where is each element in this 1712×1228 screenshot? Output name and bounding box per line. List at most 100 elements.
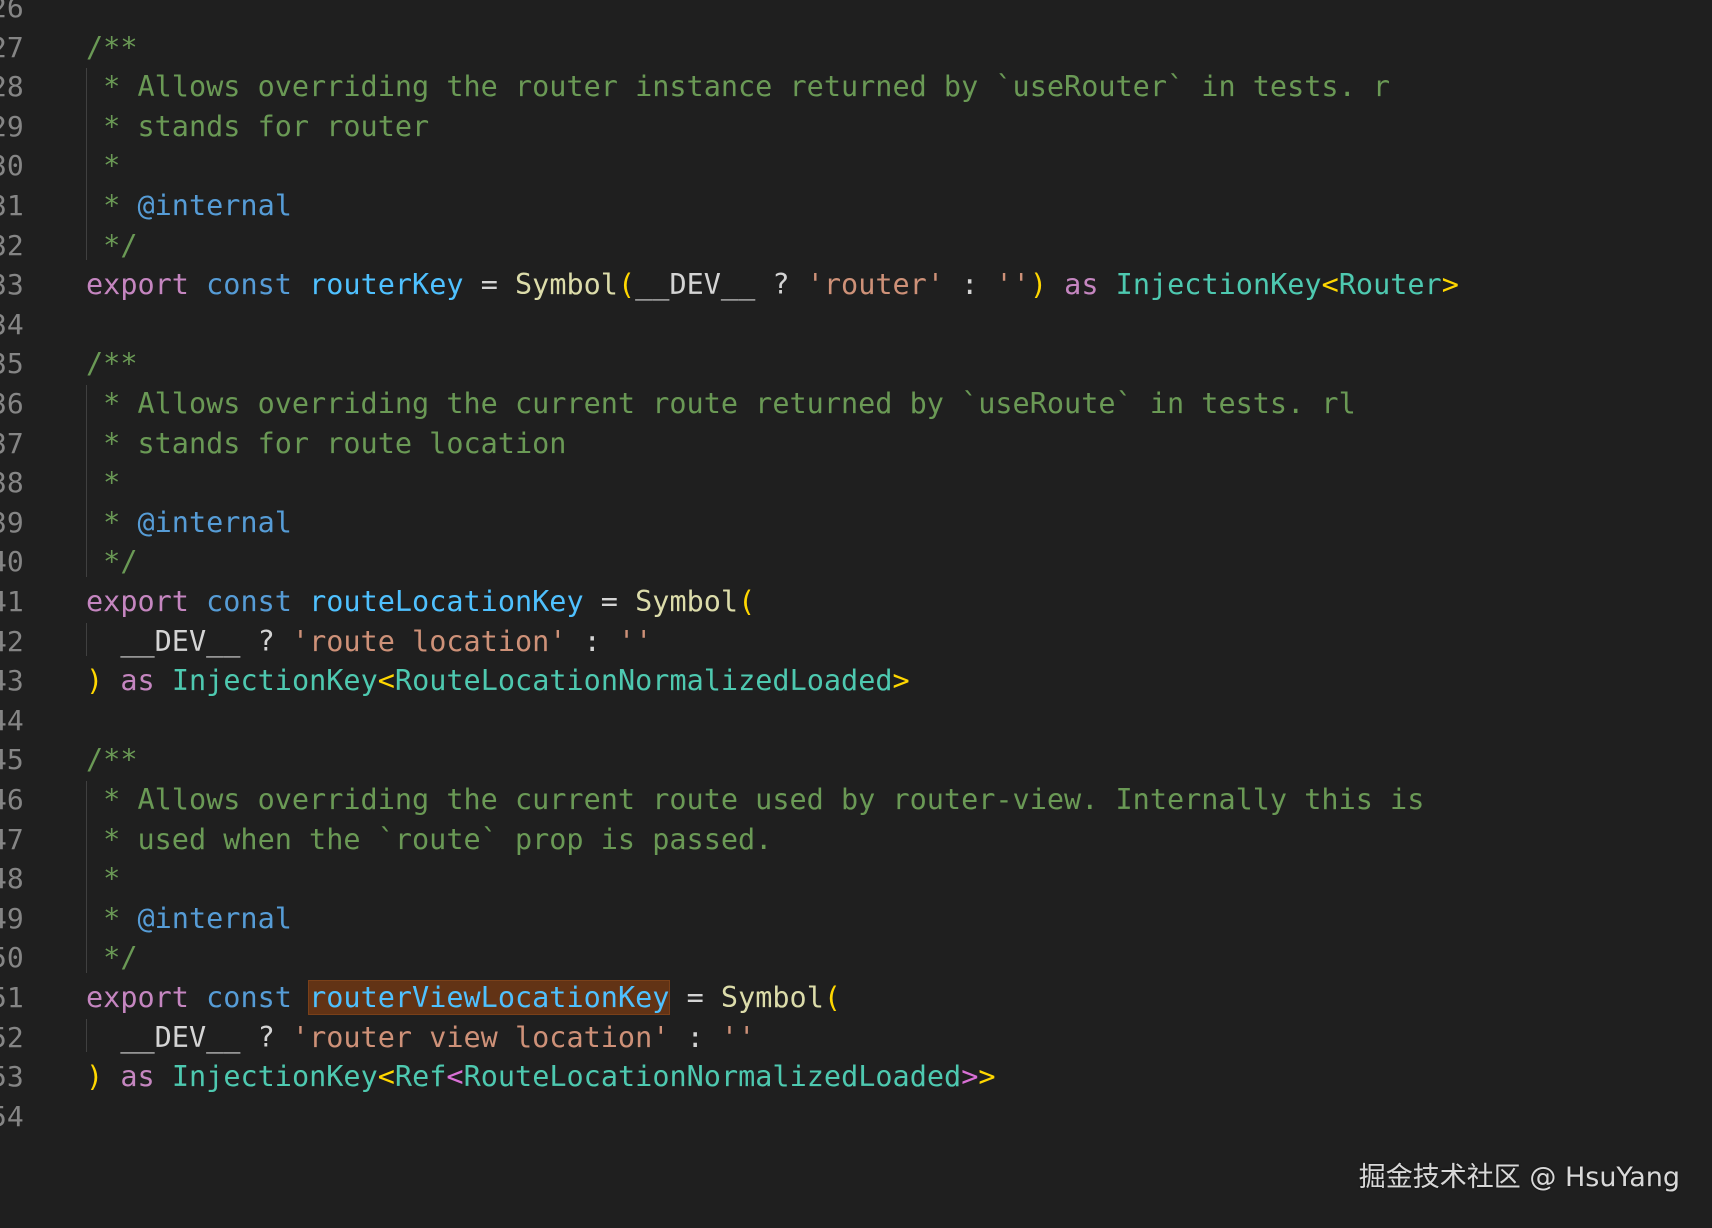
line-content: * [86,461,120,504]
line-content: /** [86,738,137,781]
code-token: const [206,268,292,302]
line-content: */ [86,224,137,267]
code-token: > [1441,268,1459,302]
line-content: * @internal [86,184,292,227]
code-line[interactable]: 49 * @internal [0,897,1712,940]
code-token: 'route location' [291,624,567,658]
code-token: as [120,1060,155,1094]
code-line[interactable]: 33 export const routerKey = Symbol(__DEV_… [0,263,1712,306]
code-token: 'router view location' [291,1020,670,1054]
code-line[interactable]: 43) as InjectionKey<RouteLocationNormali… [0,659,1712,702]
indent-guide [86,385,87,577]
code-token: */ [86,228,138,262]
code-line[interactable]: 34 [0,303,1712,346]
code-token: = [669,981,721,1014]
code-token: * stands for router [86,109,430,143]
code-line[interactable]: 50 */ [0,936,1712,979]
line-content: * Allows overriding the current route re… [86,382,1356,425]
code-token: InjectionKey [1115,268,1322,302]
line-number: 29 [0,109,24,143]
code-line[interactable]: 39 * @internal [0,501,1712,544]
line-number: 28 [0,70,24,104]
code-token: InjectionKey [171,1060,378,1094]
code-token: ) [86,1060,104,1094]
line-number: 48 [0,862,24,896]
code-token: > [961,1060,979,1094]
indent-guide [86,622,87,657]
code-line[interactable]: 48 * [0,857,1712,900]
code-line[interactable]: 31 * @internal [0,184,1712,227]
line-number: 50 [0,941,24,975]
code-token: : [944,268,996,302]
code-editor[interactable]: 2627/**28 * Allows overriding the router… [0,0,1712,1228]
line-content: /** [86,342,137,385]
code-token: /** [86,347,138,381]
line-number: 45 [0,743,24,777]
line-number: 53 [0,1060,24,1094]
code-token: * Allows overriding the current route us… [86,783,1425,816]
code-line[interactable]: 38 * [0,461,1712,504]
line-number: 30 [0,149,24,183]
code-line[interactable]: 36 * Allows overriding the current route… [0,382,1712,425]
code-token: < [1321,268,1339,302]
code-token: ( [617,268,636,302]
code-token: < [377,664,395,698]
line-content: __DEV__ ? 'route location' : '' [86,620,652,663]
code-token: as [120,664,155,698]
code-token: */ [86,941,138,975]
code-line[interactable]: 40 */ [0,540,1712,583]
line-content: * @internal [86,501,292,544]
code-token: ( [738,585,756,618]
code-area[interactable]: 2627/**28 * Allows overriding the router… [0,0,1712,1228]
code-line[interactable]: 35 /** [0,342,1712,385]
code-token: '' [995,268,1030,302]
line-content: __DEV__ ? 'router view location' : '' [86,1016,755,1059]
code-token: * stands for route location [86,426,567,460]
code-line[interactable]: 46 * Allows overriding the current route… [0,778,1712,821]
code-token: ) [1029,268,1047,302]
watermark: 掘金技术社区 @ HsuYang [1358,1162,1680,1193]
code-token: @internal [137,189,292,222]
code-token: * used when the `route` prop is passed. [86,822,773,856]
code-token: __DEV__ [86,624,241,658]
code-token: : [566,624,618,658]
code-token: ( [823,981,842,1014]
code-line[interactable]: 54 [0,1095,1712,1138]
code-line[interactable]: 44 [0,699,1712,742]
code-line[interactable]: 45 /** [0,738,1712,781]
line-number: 34 [0,307,24,341]
code-line[interactable]: 51 export const routerViewLocationKey = S… [0,976,1712,1019]
code-token: */ [86,545,138,579]
line-content: * stands for router [86,105,429,148]
code-line[interactable]: 29 * stands for router [0,105,1712,148]
code-line[interactable]: 27 /** [0,26,1712,69]
code-line[interactable]: 41 export const routeLocationKey = Symbol… [0,580,1712,623]
code-line[interactable]: 47 * used when the `route` prop is passe… [0,818,1712,861]
code-token: Router [1338,268,1442,302]
code-token: < [377,1060,395,1094]
line-content: * stands for route location [86,422,566,465]
line-number: 38 [0,466,24,500]
code-token: = [463,268,516,302]
code-token: RouteLocationNormalizedLoaded [394,664,893,698]
code-line[interactable]: 32 */ [0,224,1712,267]
line-number: 43 [0,664,24,698]
line-content: * @internal [86,897,292,940]
code-line[interactable]: 28 * Allows overriding the router instan… [0,65,1712,108]
code-token: ? [240,1020,292,1054]
code-token: * [86,466,121,500]
code-token: < [446,1060,464,1094]
line-content: * Allows overriding the current route us… [86,778,1424,821]
code-line[interactable]: 30 * [0,144,1712,187]
line-content: */ [86,540,137,583]
code-line[interactable]: 37 * stands for route location [0,422,1712,465]
code-line[interactable]: 53) as InjectionKey<Ref<RouteLocationNor… [0,1055,1712,1098]
code-token: Ref [394,1060,447,1094]
code-line[interactable]: 42 __DEV__ ? 'route location' : '' [0,620,1712,663]
code-line[interactable]: 52 __DEV__ ? 'router view location' : '' [0,1016,1712,1059]
